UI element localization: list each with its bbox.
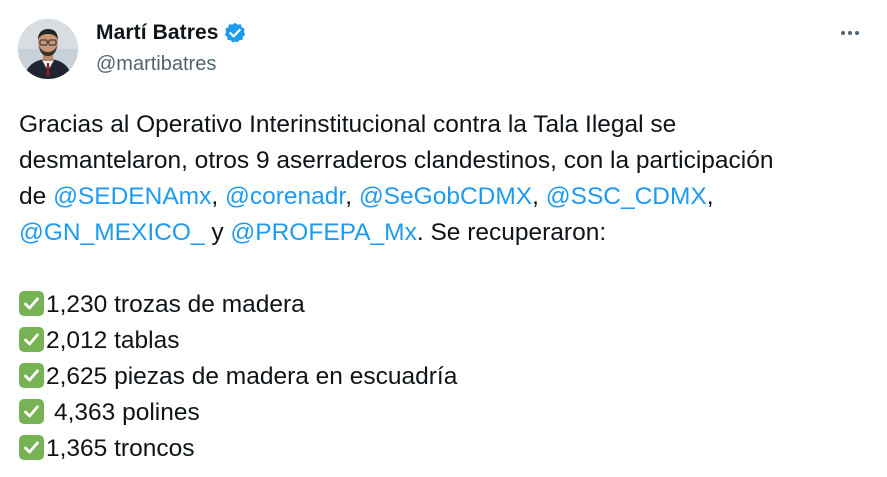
list-item: 2,012 tablas <box>19 323 879 359</box>
list-item: 4,363 polines <box>19 395 879 431</box>
tweet-line: Gracias al Operativo Interinstitucional … <box>19 111 677 138</box>
list-item: 1,365 troncos <box>19 431 879 467</box>
mention-ssc-cdmx[interactable]: @SSC_CDMX <box>546 183 707 210</box>
tweet-line: de @SEDENAmx, @corenadr, @SeGobCDMX, @SS… <box>19 183 714 210</box>
name-row: Martí Batres <box>96 19 246 47</box>
check-mark-button-icon <box>19 327 44 352</box>
mention-corenadr[interactable]: @corenadr <box>225 183 345 210</box>
tweet-line: desmantelaron, otros 9 aserraderos cland… <box>19 147 774 174</box>
list-item: 2,625 piezas de madera en escuadría <box>19 359 879 395</box>
list-item: 1,230 trozas de madera <box>19 287 879 323</box>
mention-gn-mexico[interactable]: @GN_MEXICO_ <box>19 219 205 246</box>
mention-profepa-mx[interactable]: @PROFEPA_Mx <box>230 219 416 246</box>
verified-badge-icon <box>224 22 246 44</box>
author-name[interactable]: Martí Batres <box>96 21 219 45</box>
check-mark-button-icon <box>19 435 44 460</box>
tweet-card[interactable]: Martí Batres @martibatres Gracias al Ope… <box>0 0 887 477</box>
tweet-header: Martí Batres @martibatres <box>96 19 246 76</box>
mention-sedenamx[interactable]: @SEDENAmx <box>53 183 211 210</box>
check-mark-button-icon <box>19 363 44 388</box>
author-handle[interactable]: @martibatres <box>96 53 246 76</box>
more-options-button[interactable] <box>835 22 865 44</box>
mention-segobcdmx[interactable]: @SeGobCDMX <box>359 183 532 210</box>
check-mark-button-icon <box>19 399 44 424</box>
tweet-text: Gracias al Operativo Interinstitucional … <box>19 107 879 467</box>
more-icon <box>841 31 845 35</box>
check-mark-button-icon <box>19 291 44 316</box>
avatar[interactable] <box>18 19 78 79</box>
tweet-line: @GN_MEXICO_ y @PROFEPA_Mx. Se recuperaro… <box>19 219 607 246</box>
